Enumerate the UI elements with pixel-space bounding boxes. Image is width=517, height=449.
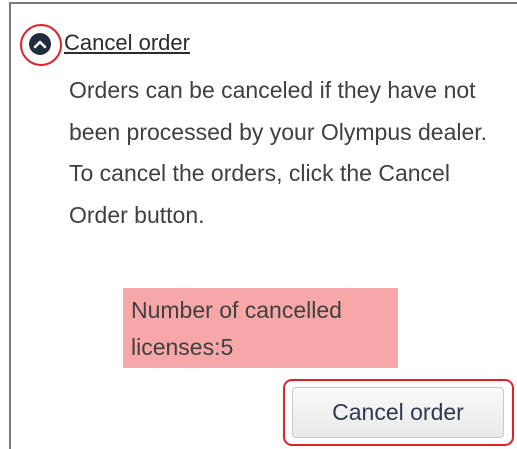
- section-header: Cancel order: [20, 24, 190, 66]
- section-description: Orders can be canceled if they have not …: [69, 77, 488, 228]
- chevron-up-icon: [29, 33, 51, 55]
- section-title-link[interactable]: Cancel order: [64, 30, 190, 56]
- cancel-order-button[interactable]: Cancel order: [292, 387, 504, 438]
- collapse-toggle[interactable]: [20, 24, 62, 66]
- cancelled-count-box: Number of cancelled licenses:5: [123, 288, 398, 368]
- cancelled-count-label: Number of cancelled: [131, 297, 342, 323]
- cancelled-count-value: licenses:5: [131, 334, 234, 360]
